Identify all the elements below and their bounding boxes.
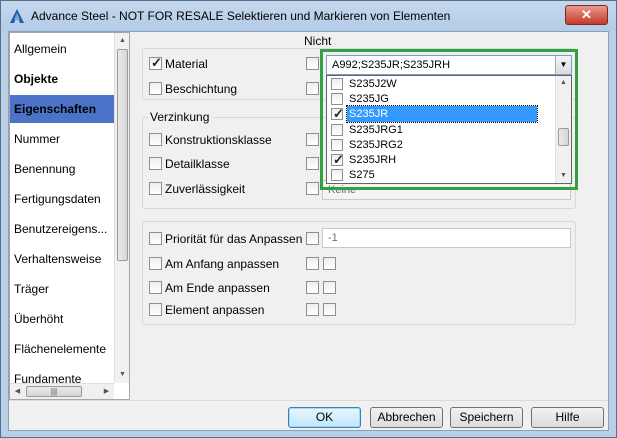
sidebar: Allgemein Objekte Eigenschaften Nummer B… — [9, 32, 130, 400]
sidebar-vscroll-thumb[interactable] — [117, 49, 128, 261]
scroll-up-icon[interactable]: ▲ — [115, 33, 130, 48]
element-anpassen-value-checkbox[interactable] — [323, 303, 336, 316]
sidebar-item-benutzereigenschaften[interactable]: Benutzereigens... — [10, 215, 114, 243]
prioritaet-input[interactable]: -1 — [322, 228, 571, 248]
sidebar-item-eigenschaften[interactable]: Eigenschaften — [10, 95, 114, 123]
dialog-footer: OK Abbrechen Speichern Hilfe — [9, 400, 608, 430]
option-checkbox[interactable] — [331, 169, 343, 181]
scroll-left-icon[interactable]: ◀ — [10, 384, 25, 399]
option-label: S235JR — [346, 105, 538, 123]
dropdown-scroll-thumb[interactable] — [558, 128, 569, 146]
close-button[interactable]: ✕ — [565, 5, 608, 25]
prioritaet-nicht-checkbox[interactable] — [306, 232, 319, 245]
dropdown-option-s235j2w[interactable]: S235J2W — [327, 76, 539, 92]
prioritaet-label: Priorität für das Anpassen — [165, 232, 303, 246]
sidebar-item-verhaltensweise[interactable]: Verhaltensweise — [10, 245, 114, 273]
konstruktionsklasse-nicht-checkbox[interactable] — [306, 133, 319, 146]
advance-steel-logo-icon — [10, 9, 24, 23]
option-checkbox[interactable] — [331, 139, 343, 151]
beschichtung-checkbox[interactable] — [149, 82, 162, 95]
material-checkbox[interactable] — [149, 55, 162, 71]
sidebar-item-objekte[interactable]: Objekte — [10, 65, 114, 93]
scroll-down-icon[interactable]: ▼ — [556, 169, 571, 183]
element-anpassen-label: Element anpassen — [165, 303, 265, 317]
am-anfang-checkbox[interactable] — [149, 257, 162, 270]
chevron-down-icon[interactable]: ▼ — [555, 56, 571, 74]
element-anpassen-nicht-checkbox[interactable] — [306, 303, 319, 316]
dialog-window: Advance Steel - NOT FOR RESALE Selektier… — [0, 0, 617, 438]
sidebar-list: Allgemein Objekte Eigenschaften Nummer B… — [10, 33, 114, 383]
ok-button[interactable]: OK — [288, 407, 361, 428]
sidebar-item-traeger[interactable]: Träger — [10, 275, 114, 303]
detailklasse-label: Detailklasse — [165, 157, 230, 171]
scroll-up-icon[interactable]: ▲ — [556, 76, 571, 90]
dropdown-option-s235jg[interactable]: S235JG — [327, 91, 539, 107]
material-nicht-checkbox[interactable] — [306, 57, 319, 70]
material-dropdown-list: S235J2W S235JG S235JR S235JRG1 S235JRG2 — [326, 75, 572, 184]
prioritaet-checkbox[interactable] — [149, 232, 162, 245]
material-label: Material — [165, 57, 208, 71]
sidebar-item-flaechenelemente[interactable]: Flächenelemente — [10, 335, 114, 363]
window-title: Advance Steel - NOT FOR RESALE Selektier… — [31, 9, 451, 23]
am-anfang-nicht-checkbox[interactable] — [306, 257, 319, 270]
konstruktionsklasse-checkbox[interactable] — [149, 133, 162, 146]
sidebar-item-fundamente[interactable]: Fundamente — [10, 365, 114, 383]
dropdown-option-s235jrh[interactable]: S235JRH — [327, 152, 539, 168]
sidebar-item-ueberhoeht[interactable]: Überhöht — [10, 305, 114, 333]
beschichtung-label: Beschichtung — [165, 82, 238, 96]
option-checkbox[interactable] — [331, 93, 343, 105]
sidebar-item-benennung[interactable]: Benennung — [10, 155, 114, 183]
sidebar-hscroll-thumb[interactable]: ||| — [26, 386, 82, 397]
detailklasse-checkbox[interactable] — [149, 157, 162, 170]
option-checkbox[interactable] — [331, 124, 343, 136]
zuverlaessigkeit-label: Zuverlässigkeit — [165, 182, 246, 196]
dialog-client: Allgemein Objekte Eigenschaften Nummer B… — [8, 31, 609, 431]
material-select-value: A992;S235JR;S235JRH — [332, 59, 451, 71]
option-label: S235JRG1 — [349, 124, 403, 136]
title-bar[interactable]: Advance Steel - NOT FOR RESALE Selektier… — [1, 1, 616, 31]
am-anfang-value-checkbox[interactable] — [323, 257, 336, 270]
am-ende-checkbox[interactable] — [149, 281, 162, 294]
abbrechen-button[interactable]: Abbrechen — [370, 407, 443, 428]
verzinkung-group-label: Verzinkung — [148, 110, 212, 124]
speichern-button[interactable]: Speichern — [450, 407, 523, 428]
option-label: S235J2W — [349, 78, 397, 90]
sidebar-vertical-scrollbar[interactable]: ▲ ▼ — [114, 33, 129, 383]
am-ende-label: Am Ende anpassen — [165, 281, 270, 295]
column-header-nicht: Nicht — [304, 34, 332, 48]
dropdown-option-s235jrg1[interactable]: S235JRG1 — [327, 122, 539, 138]
dropdown-option-s275[interactable]: S275 — [327, 167, 539, 183]
properties-panel: Nicht Material Beschichtung Verzinkung K… — [130, 32, 608, 400]
zuverlaessigkeit-checkbox[interactable] — [149, 182, 162, 195]
sidebar-item-nummer[interactable]: Nummer — [10, 125, 114, 153]
element-anpassen-checkbox[interactable] — [149, 303, 162, 316]
am-ende-nicht-checkbox[interactable] — [306, 281, 319, 294]
beschichtung-nicht-checkbox[interactable] — [306, 82, 319, 95]
option-checkbox[interactable] — [331, 152, 344, 168]
option-checkbox[interactable] — [331, 106, 344, 122]
scroll-right-icon[interactable]: ▶ — [99, 384, 114, 399]
dropdown-option-s235jrg2[interactable]: S235JRG2 — [327, 137, 539, 153]
material-select[interactable]: A992;S235JR;S235JRH ▼ — [326, 55, 572, 75]
detailklasse-nicht-checkbox[interactable] — [306, 157, 319, 170]
sidebar-horizontal-scrollbar[interactable]: ◀ ||| ▶ — [10, 383, 114, 399]
scroll-down-icon[interactable]: ▼ — [115, 367, 130, 382]
am-ende-value-checkbox[interactable] — [323, 281, 336, 294]
dropdown-scrollbar[interactable]: ▲ ▼ — [555, 76, 571, 183]
am-anfang-label: Am Anfang anpassen — [165, 257, 280, 271]
option-label: S235JRH — [349, 154, 397, 166]
zuverlaessigkeit-nicht-checkbox[interactable] — [306, 182, 319, 195]
sidebar-item-allgemein[interactable]: Allgemein — [10, 35, 114, 63]
sidebar-item-fertigungsdaten[interactable]: Fertigungsdaten — [10, 185, 114, 213]
option-checkbox[interactable] — [331, 78, 343, 90]
dropdown-option-s235jr[interactable]: S235JR — [327, 105, 539, 123]
hilfe-button[interactable]: Hilfe — [531, 407, 604, 428]
option-label: S275 — [349, 169, 375, 181]
option-label: S235JRG2 — [349, 139, 403, 151]
konstruktionsklasse-label: Konstruktionsklasse — [165, 133, 272, 147]
option-label: S235JG — [349, 93, 389, 105]
